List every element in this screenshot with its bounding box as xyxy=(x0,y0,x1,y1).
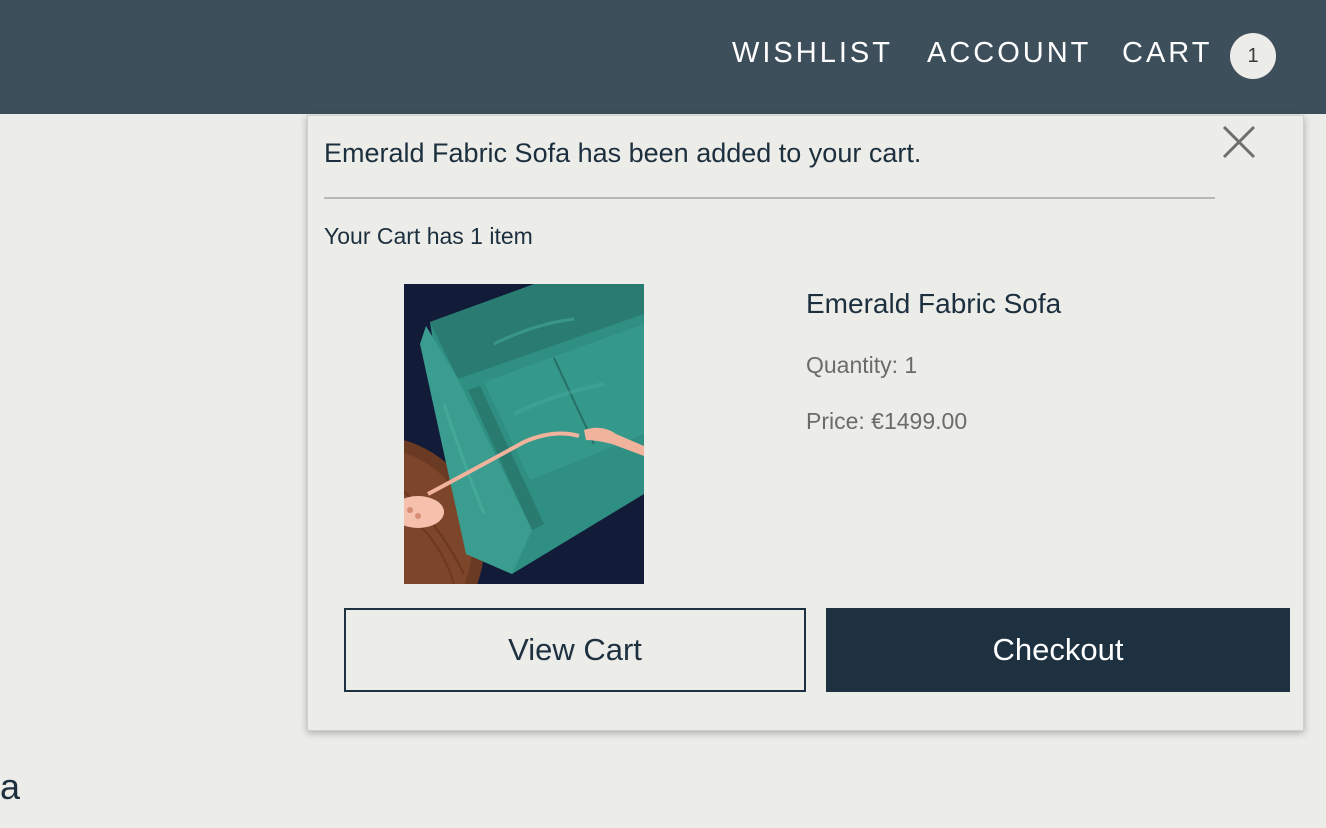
product-quantity: Quantity: 1 xyxy=(806,352,918,378)
cart-item-count: Your Cart has 1 item xyxy=(324,223,533,249)
cart-count-badge[interactable]: 1 xyxy=(1230,33,1276,79)
product-image[interactable] xyxy=(404,284,644,584)
nav-cart-link[interactable]: CART xyxy=(1122,36,1212,70)
product-price: Price: €1499.00 xyxy=(806,408,968,434)
close-icon[interactable] xyxy=(1221,124,1257,160)
checkout-button[interactable]: Checkout xyxy=(826,608,1290,692)
added-to-cart-message: Emerald Fabric Sofa has been added to yo… xyxy=(324,138,922,168)
nav-wishlist-link[interactable]: WISHLIST xyxy=(732,36,893,70)
divider xyxy=(324,197,1215,199)
page-content-text: a xyxy=(0,766,21,807)
product-name[interactable]: Emerald Fabric Sofa xyxy=(806,288,1061,320)
top-navigation-bar: WISHLIST ACCOUNT CART 1 xyxy=(0,0,1326,114)
add-to-cart-popup: Emerald Fabric Sofa has been added to yo… xyxy=(307,115,1304,731)
view-cart-button[interactable]: View Cart xyxy=(344,608,806,692)
nav-account-link[interactable]: ACCOUNT xyxy=(927,36,1091,70)
